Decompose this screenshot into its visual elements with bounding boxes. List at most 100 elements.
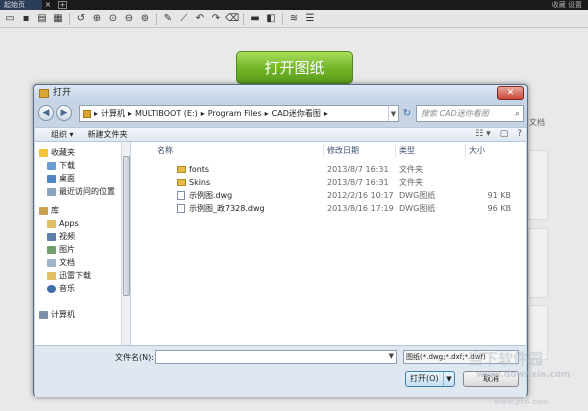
erase-icon[interactable]: ⌫ <box>225 12 239 26</box>
nav-item-music[interactable]: 音乐 <box>47 282 75 295</box>
dwg-file-icon <box>177 204 185 213</box>
tab-start-page[interactable]: 起始页 <box>0 0 42 10</box>
redo-icon[interactable]: ↷ <box>209 12 223 26</box>
dialog-titlebar <box>34 85 527 102</box>
layers-icon[interactable]: ≋ <box>287 12 301 26</box>
zoom-out-icon[interactable]: ⊖ <box>122 12 136 26</box>
address-bar[interactable]: ▸ 计算机 ▸ MULTIBOOT (E:) ▸ Program Files ▸… <box>79 105 399 122</box>
zoom-icon[interactable]: ⊕ <box>90 12 104 26</box>
address-segment[interactable]: Program Files <box>208 109 262 118</box>
search-icon[interactable]: ⌕ <box>515 107 520 122</box>
view-mode-icon[interactable]: ☷ ▾ <box>475 129 490 139</box>
pencil-icon[interactable]: ✎ <box>161 12 175 26</box>
nav-item-apps[interactable]: Apps <box>47 217 79 230</box>
address-segment[interactable]: MULTIBOOT (E:) <box>135 109 198 118</box>
undo-icon[interactable]: ↶ <box>193 12 207 26</box>
nav-item-videos[interactable]: 视频 <box>47 230 75 243</box>
address-separator: ▸ <box>128 109 133 118</box>
filename-input[interactable]: ▼ <box>155 350 397 364</box>
close-icon[interactable]: ✕ <box>497 86 524 100</box>
filename-label: 文件名(N): <box>115 353 154 362</box>
nav-item-label: 最近访问的位置 <box>59 187 115 196</box>
address-separator: ▸ <box>94 109 99 118</box>
preview-icon[interactable]: ▦ <box>51 12 65 26</box>
computer-icon <box>39 310 48 319</box>
column-type[interactable]: 类型 <box>399 145 415 156</box>
nav-item-label: 文档 <box>59 258 75 267</box>
watermark-title: 当下软件园 <box>468 350 544 368</box>
file-date: 2013/8/7 16:31 <box>327 178 389 187</box>
print-icon[interactable]: ▤ <box>35 12 49 26</box>
folder-icon <box>47 271 56 280</box>
nav-item-desktop[interactable]: 桌面 <box>47 172 75 185</box>
file-list: 名称 修改日期 类型 大小 fonts 2013/8/7 16:31 文件夹 S… <box>131 142 526 345</box>
nav-library[interactable]: 库 <box>39 204 59 217</box>
file-type: DWG图纸 <box>399 191 436 200</box>
layout-icon[interactable]: ▬ <box>248 12 262 26</box>
address-dropdown-icon[interactable]: ▼ <box>388 106 398 121</box>
nav-item-label: 迅雷下载 <box>59 271 91 280</box>
top-right-links[interactable]: 收藏 设置 <box>552 0 582 10</box>
new-folder-button[interactable]: 新建文件夹 <box>88 129 128 140</box>
file-date: 2012/2/16 10:17 <box>327 191 394 200</box>
column-divider <box>465 143 466 157</box>
file-name: 示例图_政7328.dwg <box>189 204 265 213</box>
save-icon[interactable]: ▪ <box>19 12 33 26</box>
nav-item-recent[interactable]: 最近访问的位置 <box>47 185 115 198</box>
search-input[interactable]: 搜索 CAD迷你看图 ⌕ <box>416 105 524 122</box>
measure-icon[interactable]: ⟋ <box>177 12 191 26</box>
nav-item-label: 音乐 <box>59 284 75 293</box>
nav-item-pictures[interactable]: 图片 <box>47 243 75 256</box>
folder-icon <box>177 179 186 186</box>
back-arrow-icon[interactable]: ◀ <box>38 105 54 121</box>
nav-scrollbar[interactable] <box>121 142 130 345</box>
refresh-icon[interactable]: ↻ <box>400 105 414 122</box>
help-icon[interactable]: ? <box>517 129 522 139</box>
folder-icon <box>83 109 91 118</box>
search-placeholder: 搜索 CAD迷你看图 <box>421 109 489 118</box>
nav-scrollbar-thumb[interactable] <box>123 156 130 296</box>
nav-item-documents[interactable]: 文档 <box>47 256 75 269</box>
open-dialog: 打开 ✕ ◀ ▶ ▸ 计算机 ▸ MULTIBOOT (E:) ▸ Progra… <box>33 84 528 397</box>
open-button[interactable]: 打开(O) ▼ <box>405 371 455 387</box>
watermark-url: www.downxia.com <box>476 370 571 380</box>
file-name: 示例图.dwg <box>189 191 233 200</box>
file-row[interactable]: 示例图.dwg 2012/2/16 10:17 DWG图纸 91 KB <box>131 190 526 202</box>
address-separator: ▸ <box>323 109 328 118</box>
forward-arrow-icon[interactable]: ▶ <box>56 105 72 121</box>
pan-icon[interactable]: ☰ <box>303 12 317 26</box>
organize-menu[interactable]: 组织 ▾ <box>51 129 74 140</box>
tab-start-page-label: 起始页 <box>4 1 25 9</box>
preview-pane-icon[interactable]: ▢ <box>500 129 509 139</box>
file-date: 2013/8/7 16:31 <box>327 165 389 174</box>
address-segment[interactable]: CAD迷你看图 <box>272 108 321 119</box>
nav-item-thunder-downloads[interactable]: 迅雷下载 <box>47 269 91 282</box>
file-row[interactable]: Skins 2013/8/7 16:31 文件夹 <box>131 177 526 189</box>
folder-icon <box>47 219 56 228</box>
column-divider <box>395 143 396 157</box>
layer-icon[interactable]: ◧ <box>264 12 278 26</box>
nav-computer[interactable]: 计算机 <box>39 308 75 321</box>
nav-favorites[interactable]: 收藏夹 <box>39 146 75 159</box>
open-drawing-button[interactable]: 打开图纸 <box>236 51 353 84</box>
file-name: fonts <box>189 165 210 174</box>
file-name: Skins <box>189 178 211 187</box>
file-row[interactable]: 示例图_政7328.dwg 2013/8/16 17:19 DWG图纸 96 K… <box>131 203 526 215</box>
tab-close-icon[interactable]: × <box>43 0 53 10</box>
nav-item-downloads[interactable]: 下载 <box>47 159 75 172</box>
rotate-icon[interactable]: ↺ <box>74 12 88 26</box>
column-date[interactable]: 修改日期 <box>327 145 359 156</box>
column-name[interactable]: 名称 <box>157 145 173 156</box>
column-size[interactable]: 大小 <box>469 145 485 156</box>
address-separator: ▸ <box>264 109 269 118</box>
nav-item-label: Apps <box>59 219 79 228</box>
zoom-window-icon[interactable]: ⊙ <box>106 12 120 26</box>
file-row[interactable]: fonts 2013/8/7 16:31 文件夹 <box>131 164 526 176</box>
zoom-fit-icon[interactable]: ⊚ <box>138 12 152 26</box>
chevron-down-icon[interactable]: ▼ <box>443 372 454 386</box>
open-icon[interactable]: ▭ <box>3 12 17 26</box>
address-segment[interactable]: 计算机 <box>101 108 125 119</box>
file-type: 文件夹 <box>399 178 423 187</box>
chevron-down-icon[interactable]: ▼ <box>389 352 394 360</box>
new-tab-icon[interactable]: + <box>58 1 67 9</box>
